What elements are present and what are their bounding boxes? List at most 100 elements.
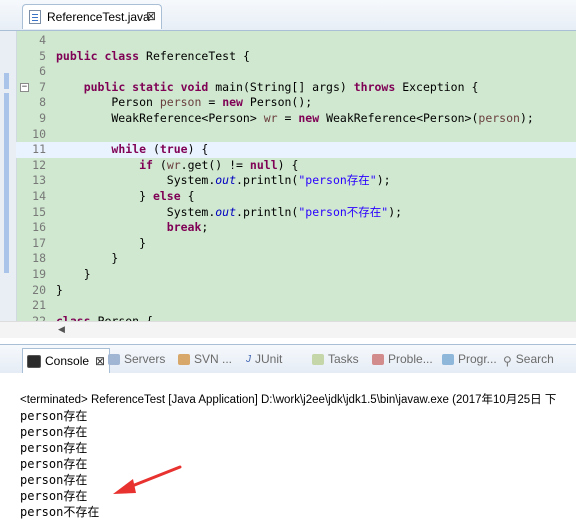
view-tab-proble[interactable]: Proble...: [372, 350, 433, 368]
code-token: Person();: [242, 95, 313, 110]
code-line[interactable]: 12 if (wr.get() != null) {: [16, 158, 576, 174]
view-tab-label: Console: [45, 354, 90, 368]
code-line[interactable]: 11 while (true) {: [16, 142, 576, 158]
junit-icon: J: [246, 353, 251, 365]
horizontal-scrollbar[interactable]: ◀: [0, 321, 576, 338]
view-tab-label: Servers: [124, 352, 166, 366]
java-file-icon: [29, 10, 41, 24]
editor-tab-referencetest[interactable]: ReferenceTest.java ⊠: [22, 4, 162, 29]
code-token: (: [146, 142, 160, 157]
code-token: break: [166, 220, 202, 235]
code-token: if: [139, 157, 153, 172]
code-token: }: [56, 189, 153, 203]
view-tab-progr[interactable]: Progr...: [442, 350, 497, 368]
code-token: }: [56, 282, 63, 297]
code-token: }: [56, 235, 147, 250]
code-line[interactable]: 19 }: [16, 267, 576, 283]
code-line[interactable]: 21: [16, 298, 576, 314]
code-token: =: [277, 111, 299, 125]
line-number: 13: [32, 173, 46, 188]
code-token: new: [222, 95, 243, 110]
code-line[interactable]: 14 } else {: [16, 189, 576, 205]
code-token: else: [152, 189, 181, 203]
code-token: ) {: [187, 142, 209, 157]
code-token: WeakReference<Person>(: [319, 111, 479, 125]
view-tab-label: Tasks: [328, 352, 359, 366]
servers-icon: [108, 353, 120, 365]
code-line[interactable]: 4: [16, 33, 576, 49]
console-output-line: person存在: [20, 441, 88, 455]
code-line[interactable]: 16 break;: [16, 220, 576, 236]
line-number: 9: [39, 111, 46, 125]
code-token: .get() !=: [180, 157, 250, 172]
console-view[interactable]: <terminated> ReferenceTest [Java Applica…: [0, 373, 576, 524]
code-token: System.: [56, 204, 216, 219]
line-number: 18: [32, 251, 46, 266]
close-icon[interactable]: ⊠: [146, 10, 156, 22]
code-line[interactable]: 9 WeakReference<Person> wr = new WeakRef…: [16, 111, 576, 127]
view-tab-junit[interactable]: J JUnit: [246, 350, 282, 368]
view-tab-svn[interactable]: SVN ...: [178, 350, 232, 368]
view-tab-console[interactable]: Console ⊠: [22, 348, 111, 373]
console-output-line: person不存在: [20, 505, 100, 519]
view-tab-search[interactable]: ⚲ Search: [503, 350, 554, 368]
line-number: 12: [32, 157, 46, 172]
view-tab-label: SVN ...: [194, 352, 233, 366]
console-output-line: person存在: [20, 425, 88, 439]
console-icon: [27, 354, 41, 368]
code-token: (: [152, 157, 167, 172]
code-token: ;: [201, 220, 209, 235]
code-line[interactable]: 20}: [16, 283, 576, 299]
change-marker: [4, 93, 9, 273]
editor-tab-label: ReferenceTest.java: [47, 10, 150, 24]
code-line[interactable]: 17 }: [16, 236, 576, 252]
console-output-line: person存在: [20, 473, 88, 487]
code-line[interactable]: 5 public class ReferenceTest {: [16, 49, 576, 65]
svn-icon: [178, 353, 190, 365]
code-token: =: [201, 95, 223, 110]
code-token: out: [215, 173, 237, 188]
code-token: );: [519, 111, 534, 125]
view-tab-label: Progr...: [458, 352, 497, 366]
code-token: "person存在": [298, 173, 377, 188]
code-token: while: [111, 142, 147, 157]
progress-icon: [442, 353, 454, 365]
code-line[interactable]: 15 System.out.println("person不存在");: [16, 205, 576, 221]
view-tab-tasks[interactable]: Tasks: [312, 350, 359, 368]
code-token: wr: [263, 111, 278, 125]
code-token: wr: [166, 157, 181, 172]
code-editor[interactable]: 4 5 public class ReferenceTest {6 7 public …: [0, 31, 576, 328]
code-token: throws: [353, 79, 396, 94]
view-tab-servers[interactable]: Servers: [108, 350, 165, 368]
code-line[interactable]: 18 }: [16, 251, 576, 267]
fold-toggle-icon[interactable]: −: [20, 82, 29, 92]
code-token: "person不存在": [298, 204, 389, 219]
line-number: 21: [32, 298, 46, 313]
code-line[interactable]: 7 public static void main(String[] args)…: [16, 80, 576, 96]
line-number: 16: [32, 220, 46, 235]
code-token: Exception {: [395, 79, 479, 94]
console-status-line: <terminated> ReferenceTest [Java Applica…: [20, 394, 557, 406]
view-tab-label: Search: [515, 352, 554, 366]
code-token: }: [56, 251, 119, 266]
editor-tab-bar: ReferenceTest.java ⊠: [0, 0, 576, 31]
views-tab-bar: Console ⊠ Servers SVN ... J JUnit Tasks Proble.…: [0, 344, 576, 374]
code-token: person: [478, 111, 520, 125]
code-token: WeakReference<Person>: [56, 111, 264, 125]
code-token: public class: [56, 48, 140, 63]
code-token: new: [298, 111, 320, 125]
code-line[interactable]: 10: [16, 127, 576, 143]
close-icon[interactable]: ⊠: [95, 354, 105, 368]
line-number: 8: [39, 95, 46, 110]
code-token: true: [159, 142, 188, 157]
line-number: 19: [32, 267, 46, 281]
code-token: ) {: [277, 157, 299, 172]
code-line[interactable]: 6: [16, 64, 576, 80]
code-line[interactable]: 13 System.out.println("person存在");: [16, 173, 576, 189]
code-token: {: [180, 189, 195, 203]
code-line[interactable]: 8 Person person = new Person();: [16, 95, 576, 111]
scroll-left-icon[interactable]: ◀: [58, 325, 65, 335]
view-tab-label: JUnit: [255, 352, 283, 366]
